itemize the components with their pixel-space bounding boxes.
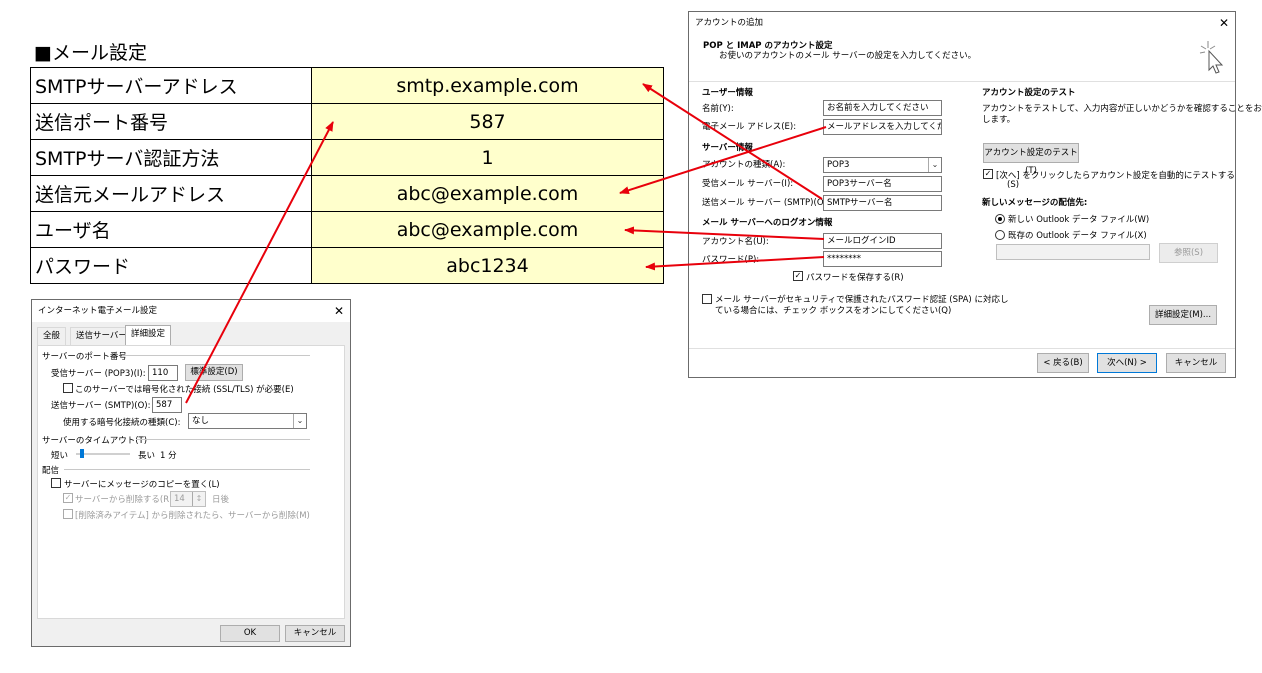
arrow-smtp-server [642, 83, 823, 200]
annotation-arrows [185, 83, 827, 404]
arrow-smtp-port [185, 121, 334, 404]
arrow-from-address [619, 126, 827, 195]
arrow-password [645, 256, 825, 271]
arrow-username [624, 226, 825, 240]
